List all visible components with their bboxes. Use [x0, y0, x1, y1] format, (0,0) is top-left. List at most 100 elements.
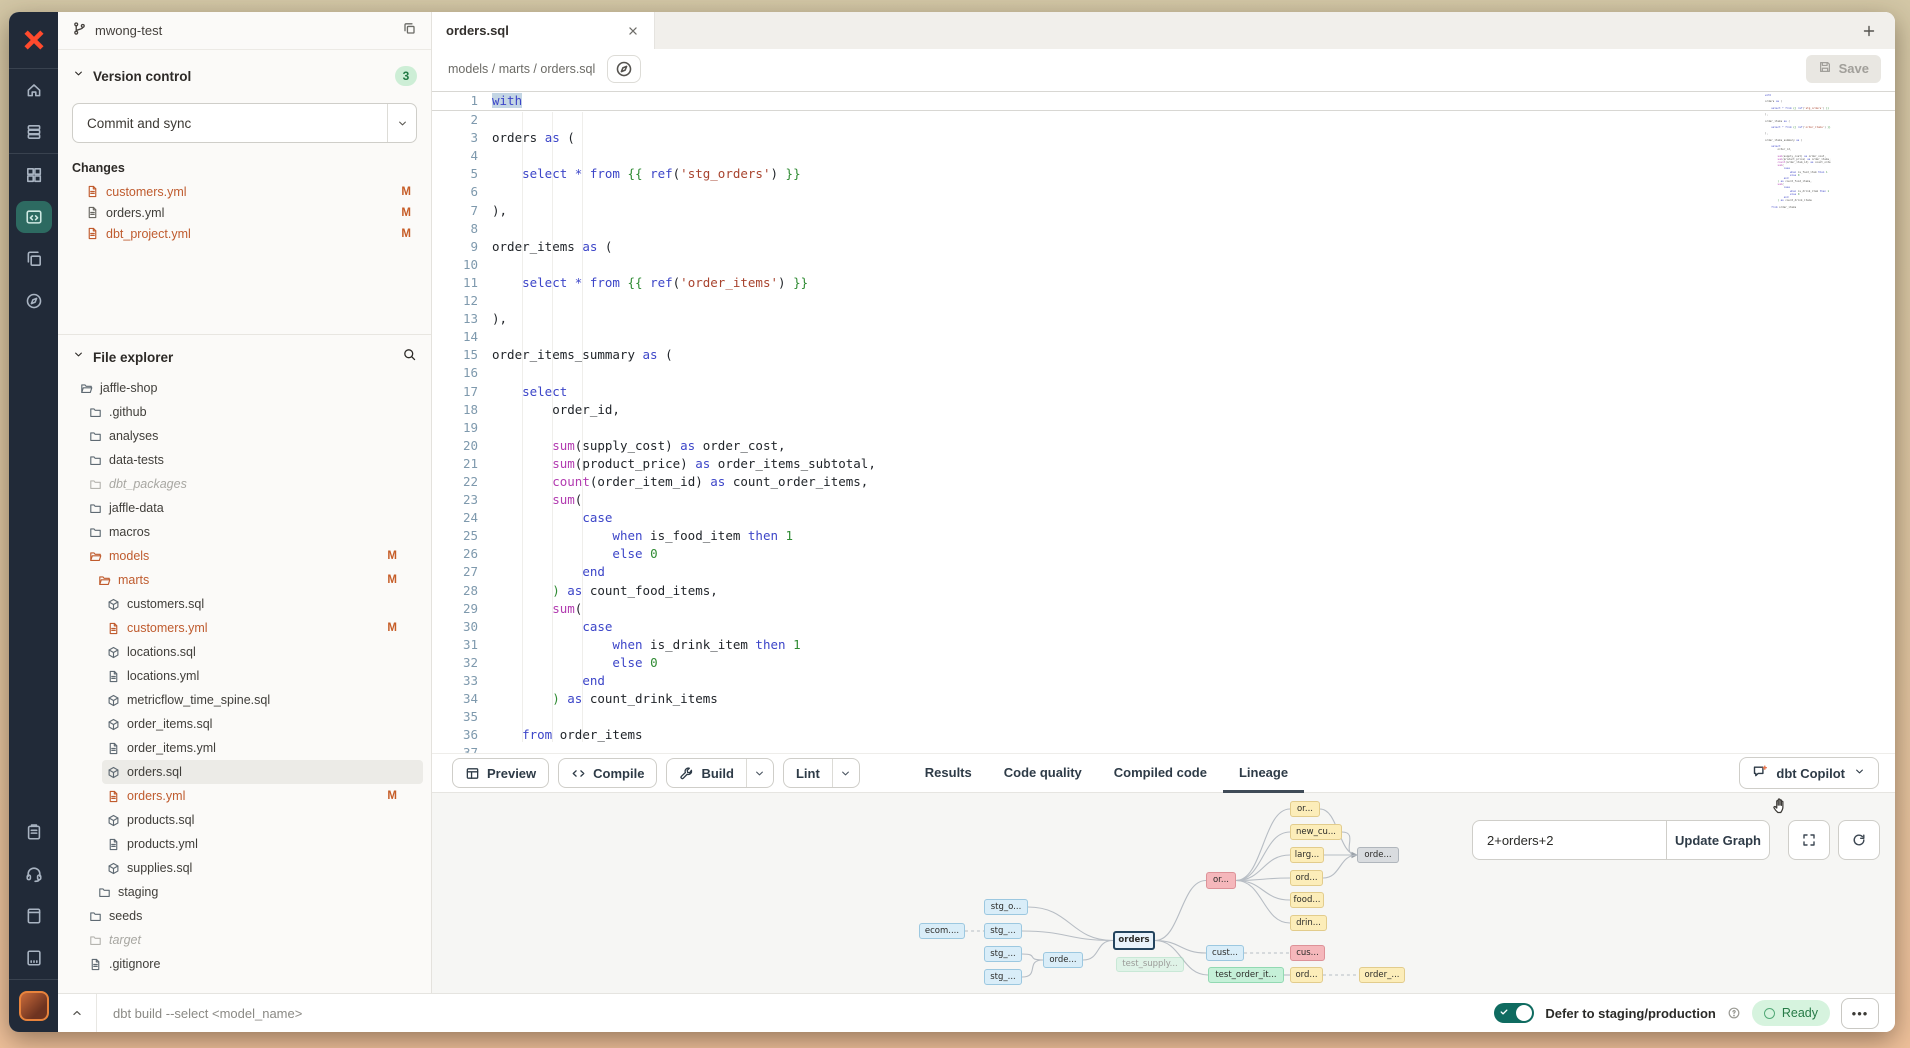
rail-item-stack[interactable]: [9, 111, 58, 153]
lineage-node-y2[interactable]: new_cu...: [1290, 824, 1342, 840]
rail-item-compass[interactable]: [9, 280, 58, 322]
rail-item-code-editor[interactable]: [9, 196, 58, 238]
lineage-node-cusPink[interactable]: cus...: [1290, 945, 1325, 961]
save-button[interactable]: Save: [1806, 55, 1881, 83]
tree-item-locations.sql[interactable]: locations.sql: [58, 640, 431, 664]
tree-item-customers.yml[interactable]: customers.ymlM: [58, 616, 431, 640]
tree-item-seeds[interactable]: seeds: [58, 904, 431, 928]
rail-item-grid[interactable]: [9, 154, 58, 196]
lineage-node-orPink[interactable]: or...: [1206, 872, 1236, 889]
defer-toggle[interactable]: [1494, 1003, 1534, 1023]
tree-item-locations.yml[interactable]: locations.yml: [58, 664, 431, 688]
lineage-node-y6[interactable]: drin...: [1290, 915, 1327, 931]
changed-file-orders.yml[interactable]: orders.yml M: [58, 202, 431, 223]
compile-button[interactable]: Compile: [558, 758, 657, 788]
more-options-button[interactable]: •••: [1841, 998, 1879, 1029]
lineage-node-grayOrde[interactable]: orde...: [1357, 847, 1399, 863]
refresh-button[interactable]: [1838, 820, 1880, 860]
lineage-node-cust[interactable]: cust...: [1206, 945, 1244, 961]
folder-icon: [89, 478, 102, 491]
rail-item-dbt-logo[interactable]: [9, 12, 58, 68]
chevron-down-icon[interactable]: [746, 759, 773, 787]
tree-item-models[interactable]: modelsM: [58, 544, 431, 568]
status-badge: Ready: [1752, 1000, 1830, 1026]
tree-item-dbt_packages[interactable]: dbt_packages: [58, 472, 431, 496]
lineage-node-orderY[interactable]: order_...: [1359, 967, 1405, 983]
changed-file-customers.yml[interactable]: customers.yml M: [58, 181, 431, 202]
chevron-up-icon[interactable]: [58, 1006, 96, 1020]
tab-compiled-code[interactable]: Compiled code: [1098, 753, 1223, 793]
info-icon[interactable]: [1727, 1006, 1741, 1020]
folder-icon: [89, 934, 102, 947]
search-icon[interactable]: [402, 347, 417, 367]
tree-item-jaffle-data[interactable]: jaffle-data: [58, 496, 431, 520]
command-input[interactable]: dbt build --select <model_name>: [113, 1006, 302, 1021]
tab-code-quality[interactable]: Code quality: [988, 753, 1098, 793]
update-graph-button[interactable]: Update Graph: [1667, 820, 1770, 860]
lineage-node-ecom[interactable]: ecom....: [919, 923, 965, 939]
tree-item-metricflow_time_spine.sql[interactable]: metricflow_time_spine.sql: [58, 688, 431, 712]
tree-item-target[interactable]: target: [58, 928, 431, 952]
chevron-down-icon[interactable]: [832, 759, 859, 787]
tree-item-orders.yml[interactable]: orders.ymlM: [58, 784, 431, 808]
editor-minimap[interactable]: with orders as ( select * from {{ ref('s…: [1765, 94, 1831, 212]
changed-file-dbt_project.yml[interactable]: dbt_project.yml M: [58, 223, 431, 244]
version-control-header[interactable]: Version control 3: [72, 66, 417, 86]
tree-item-products.yml[interactable]: products.yml: [58, 832, 431, 856]
tab-lineage[interactable]: Lineage: [1223, 753, 1304, 793]
tree-item-.github[interactable]: .github: [58, 400, 431, 424]
dbt-copilot-button[interactable]: dbt Copilot: [1739, 757, 1879, 789]
chevron-down-icon[interactable]: [388, 117, 416, 130]
rail-item-user[interactable]: [9, 980, 58, 1032]
rail-item-home[interactable]: [9, 69, 58, 111]
lineage-node-y3[interactable]: larg...: [1290, 847, 1324, 863]
tree-item-jaffle-shop[interactable]: jaffle-shop: [58, 376, 431, 400]
copy-icon[interactable]: [402, 21, 417, 41]
build-button[interactable]: Build: [666, 758, 774, 788]
tree-item-customers.sql[interactable]: customers.sql: [58, 592, 431, 616]
lineage-node-y1[interactable]: or...: [1290, 801, 1320, 817]
commit-and-sync-button[interactable]: Commit and sync: [72, 103, 417, 143]
lineage-node-y5[interactable]: food...: [1290, 892, 1324, 908]
lineage-node-testOrder[interactable]: test_order_it...: [1208, 967, 1284, 983]
rail-item-clipboard[interactable]: [9, 811, 58, 853]
lineage-node-ordeL[interactable]: orde...: [1043, 952, 1083, 968]
tree-item-staging[interactable]: staging: [58, 880, 431, 904]
lint-button[interactable]: Lint: [783, 758, 860, 788]
fullscreen-button[interactable]: [1788, 820, 1830, 860]
tab-results[interactable]: Results: [909, 753, 988, 793]
tree-item-marts[interactable]: martsM: [58, 568, 431, 592]
tree-item-order_items.yml[interactable]: order_items.yml: [58, 736, 431, 760]
rail-item-headset[interactable]: [9, 853, 58, 895]
tree-item-analyses[interactable]: analyses: [58, 424, 431, 448]
preview-button[interactable]: Preview: [452, 758, 549, 788]
rail-item-keypad[interactable]: [9, 937, 58, 979]
tree-item-order_items.sql[interactable]: order_items.sql: [58, 712, 431, 736]
tab-orders-sql[interactable]: orders.sql: [432, 12, 655, 49]
lineage-node-stg4[interactable]: stg_...: [984, 969, 1022, 985]
tree-item-data-tests[interactable]: data-tests: [58, 448, 431, 472]
code-editor[interactable]: 1with23orders as (45 select * from {{ re…: [432, 88, 1895, 753]
rail-item-notebook[interactable]: [9, 895, 58, 937]
lineage-selector-input[interactable]: 2+orders+2: [1472, 820, 1667, 860]
tree-item-orders.sql[interactable]: orders.sql: [102, 760, 423, 784]
new-tab-button[interactable]: [1861, 12, 1877, 49]
lineage-node-stg1[interactable]: stg_o...: [984, 899, 1028, 915]
tree-item-products.sql[interactable]: products.sql: [58, 808, 431, 832]
open-lineage-icon-button[interactable]: [607, 55, 641, 83]
rail-item-windows[interactable]: [9, 238, 58, 280]
changes-label: Changes: [72, 161, 417, 175]
tree-item-supplies.sql[interactable]: supplies.sql: [58, 856, 431, 880]
tree-item-macros[interactable]: macros: [58, 520, 431, 544]
lineage-panel[interactable]: 2+orders+2 Update Graph ecom.... stg_o...…: [432, 793, 1895, 993]
tree-item-.gitignore[interactable]: .gitignore: [58, 952, 431, 976]
lineage-node-stg3[interactable]: stg_...: [984, 946, 1022, 962]
lineage-node-orders[interactable]: orders: [1113, 931, 1155, 950]
lineage-node-y4[interactable]: ord...: [1290, 870, 1323, 886]
lineage-node-yOrd[interactable]: ord...: [1290, 967, 1323, 983]
code-line-18: 18 order_id,: [432, 401, 1895, 419]
file-explorer-header[interactable]: File explorer: [72, 347, 417, 367]
lineage-node-testSupply[interactable]: test_supply...: [1116, 957, 1184, 972]
lineage-node-stg2[interactable]: stg_...: [984, 923, 1022, 939]
close-icon[interactable]: [626, 24, 640, 38]
